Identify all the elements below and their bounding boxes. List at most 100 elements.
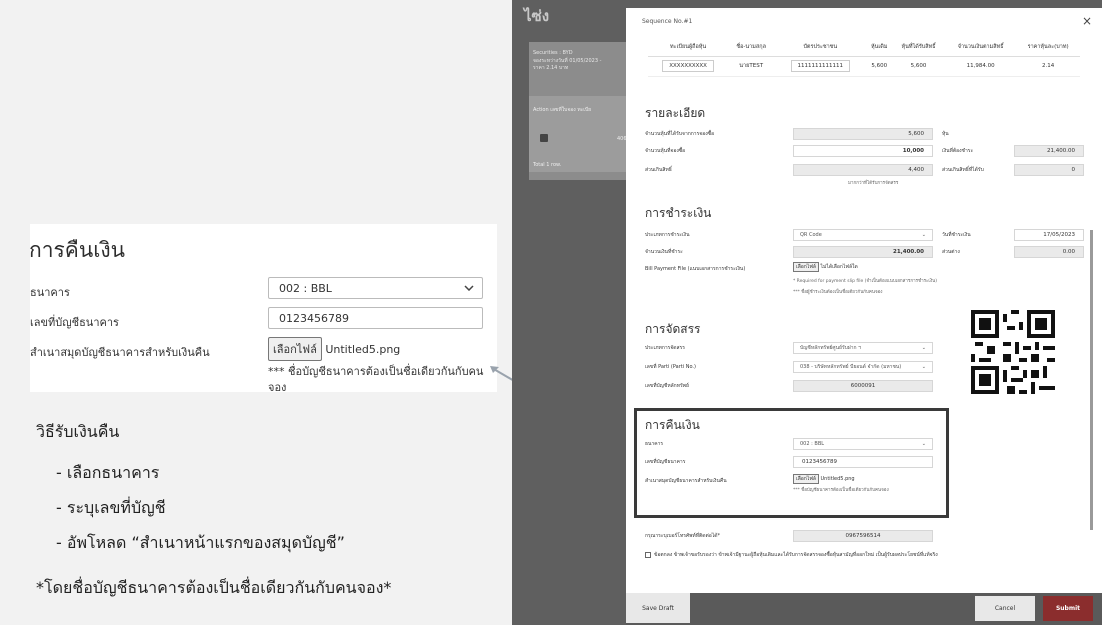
excess-recv-field: 0 [1014, 164, 1084, 176]
instruction-item: อัพโหลด “สำเนาหน้าแรกของสมุดบัญชี” [56, 531, 391, 556]
excess-note: มากกว่าที่ได้รับการจัดสรร [848, 181, 899, 186]
payment-method-select[interactable]: QR Code ⌄ [793, 229, 933, 241]
method-label: ประเภทการชำระเงิน [645, 232, 690, 238]
wanted-label: จำนวนหุ้นที่จองซื้อ [645, 148, 686, 154]
modal-title: Sequence No.#1 [642, 18, 693, 25]
payment-title: การชำระเงิน [645, 206, 712, 220]
method-value: QR Code [800, 232, 822, 238]
excess-field: 4,400 [793, 164, 933, 176]
bill-note-name: *** ชื่อผู้ชำระเงินต้องเป็นชื่อเดียวกันก… [793, 290, 883, 295]
close-icon[interactable]: × [1082, 14, 1092, 28]
callout-title: การคืนเงิน [29, 238, 125, 262]
diff-field: 0.00 [1014, 246, 1084, 258]
callout-account-input[interactable]: 0123456789 [268, 307, 483, 329]
table-cell: 2.14 [1016, 56, 1080, 77]
callout-file-name: Untitled5.png [325, 343, 401, 356]
date-label: วันที่ชำระเงิน [942, 232, 971, 238]
edit-icon[interactable] [540, 134, 548, 142]
refund-bank-value: 002 : BBL [800, 441, 825, 447]
table-header-row: ทะเบียนผู้ถือหุ้น ชื่อ-นามสกุล บัตรประชา… [648, 38, 1080, 57]
instructions-title: วิธีรับเงินคืน [36, 422, 120, 441]
refund-file-button[interactable]: เลือกไฟล์ [793, 474, 819, 484]
bg-securities: Securities : BYD [533, 50, 573, 56]
entitled-label: จำนวนหุ้นที่ได้รับจากการจองซื้อ [645, 131, 715, 137]
table-cell: 5,600 [892, 56, 946, 77]
refund-bank-label: ธนาคาร [645, 441, 664, 447]
shareholder-table: ทะเบียนผู้ถือหุ้น ชื่อ-นามสกุล บัตรประชา… [648, 38, 1080, 77]
column-header: หุ้นที่ได้รับสิทธิ์ [892, 38, 946, 57]
bg-booking: จองระหว่างวันที่ 01/05/2023 - [533, 57, 602, 64]
broker-select[interactable]: 038 - บริษัทหลักทรัพย์ บียอนด์ จำกัด (มห… [793, 361, 933, 373]
column-header: ทะเบียนผู้ถือหุ้น [648, 38, 729, 57]
modal-footer: Save Draft Cancel Submit [626, 593, 1102, 625]
pay-field: 21,400.00 [1014, 145, 1084, 157]
column-header: ชื่อ-นามสกุล [728, 38, 775, 57]
callout-file-wrap: เลือกไฟล์ Untitled5.png *** ชื่อบัญชีธนา… [268, 337, 488, 396]
app-logo: ไซ่ง [524, 7, 550, 25]
entitled-field: 5,600 [793, 128, 933, 140]
table-cell: 5,600 [866, 56, 893, 77]
callout-bank-row: ธนาคาร 002 : BBL [30, 277, 497, 307]
callout-account-row: เลขที่บัญชีธนาคาร 0123456789 [30, 307, 497, 337]
acct-label: เลขที่บัญชีหลักทรัพย์ [645, 383, 689, 389]
qr-code-icon [971, 310, 1055, 394]
table-row: XXXXXXXXXX นายTEST 1111111111111 5,600 5… [648, 56, 1080, 77]
bg-table-header: Action เลขที่ใบจอง ทะเบีย [533, 107, 592, 113]
refund-file-note: *** ชื่อบัญชีธนาคารต้องเป็นชื่อเดียวกันก… [793, 488, 889, 493]
broker-label: เลขที่ Parti (Parti No.) [645, 364, 696, 370]
save-draft-button[interactable]: Save Draft [626, 593, 690, 623]
refund-title: การคืนเงิน [645, 418, 700, 432]
chevron-down-icon: ⌄ [921, 364, 926, 370]
refund-file-wrap: เลือกไฟล์ Untitled5.png [793, 474, 855, 484]
broker-value: 038 - บริษัทหลักทรัพย์ บียอนด์ จำกัด (มห… [800, 364, 902, 370]
wanted-input[interactable]: 10,000 [793, 145, 933, 157]
instructions-list: เลือกธนาคาร ระบุเลขที่บัญชี อัพโหลด “สำเ… [56, 461, 391, 556]
callout-file-button[interactable]: เลือกไฟล์ [268, 337, 322, 361]
chevron-down-icon: ⌄ [921, 232, 926, 238]
consent-text: ข้อตกลง ข้าพเจ้าขอรับรองว่า ข้าพเจ้ามีฐา… [654, 552, 938, 558]
excess-recv-label: ส่วนเกินสิทธิ์ที่ได้รับ [942, 167, 984, 173]
allocation-title: การจัดสรร [645, 322, 701, 336]
details-title: รายละเอียด [645, 106, 706, 120]
alloc-type-select[interactable]: บัญชีหลักทรัพย์ศูนย์รับฝาก ฯ ⌄ [793, 342, 933, 354]
cell-value: 1111111111111 [790, 60, 851, 72]
callout-bank-value: 002 : BBL [279, 281, 332, 295]
callout-bank-select[interactable]: 002 : BBL [268, 277, 483, 299]
submit-button[interactable]: Submit [1043, 596, 1093, 621]
bill-file-button[interactable]: เลือกไฟล์ [793, 262, 819, 272]
phone-input[interactable]: 0967596514 [793, 530, 933, 542]
callout-passbook-row: สำเนาสมุดบัญชีธนาคารสำหรับเงินคืน เลือกไ… [30, 337, 497, 396]
chevron-down-icon [464, 285, 474, 291]
consent-row: ข้อตกลง ข้าพเจ้าขอรับรองว่า ข้าพเจ้ามีฐา… [645, 551, 938, 559]
column-header: จำนวนเงินตามสิทธิ์ [945, 38, 1017, 57]
refund-account-label: เลขที่บัญชีธนาคาร [645, 459, 686, 465]
scrollbar[interactable] [1090, 230, 1093, 530]
bill-file-none: ไม่ได้เลือกไฟล์ใด [820, 264, 858, 270]
modal-header: Sequence No.#1 × [626, 8, 1102, 36]
share-unit: หุ้น [942, 131, 949, 137]
cancel-button[interactable]: Cancel [975, 596, 1035, 621]
column-header: บัตรประชาชน [774, 38, 867, 57]
column-header: หุ้นเดิม [866, 38, 893, 57]
background-table: Action เลขที่ใบจอง ทะเบีย 406- Total 1 r… [529, 96, 628, 172]
refund-bank-select[interactable]: 002 : BBL ⌄ [793, 438, 933, 450]
column-header: ราคาหุ้นละ(บาท) [1016, 38, 1080, 57]
acct-field: 6000091 [793, 380, 933, 392]
bill-file-wrap: เลือกไฟล์ ไม่ได้เลือกไฟล์ใด [793, 262, 858, 272]
instruction-item: เลือกธนาคาร [56, 461, 391, 486]
table-cell: XXXXXXXXXX [648, 56, 729, 77]
date-input[interactable]: 17/05/2023 [1014, 229, 1084, 241]
cell-value: XXXXXXXXXX [662, 60, 714, 72]
table-cell: 1111111111111 [774, 56, 867, 77]
amount-field: 21,400.00 [793, 246, 933, 258]
consent-checkbox[interactable] [645, 552, 651, 558]
chevron-down-icon: ⌄ [921, 345, 926, 351]
refund-file-name: Untitled5.png [820, 476, 855, 482]
table-cell: 11,984.00 [945, 56, 1017, 77]
instructions-note: *โดยชื่อบัญชีธนาคารต้องเป็นชื่อเดียวกันก… [36, 578, 392, 597]
phone-label: กรุณาระบุเบอร์โทรศัพท์ที่ติดต่อได้* [645, 533, 721, 539]
table-cell: นายTEST [728, 56, 775, 77]
excess-label: ส่วนเกินสิทธิ์ [645, 167, 672, 173]
refund-account-input[interactable]: 0123456789 [793, 456, 933, 468]
instructions: วิธีรับเงินคืน เลือกธนาคาร ระบุเลขที่บัญ… [36, 420, 391, 601]
